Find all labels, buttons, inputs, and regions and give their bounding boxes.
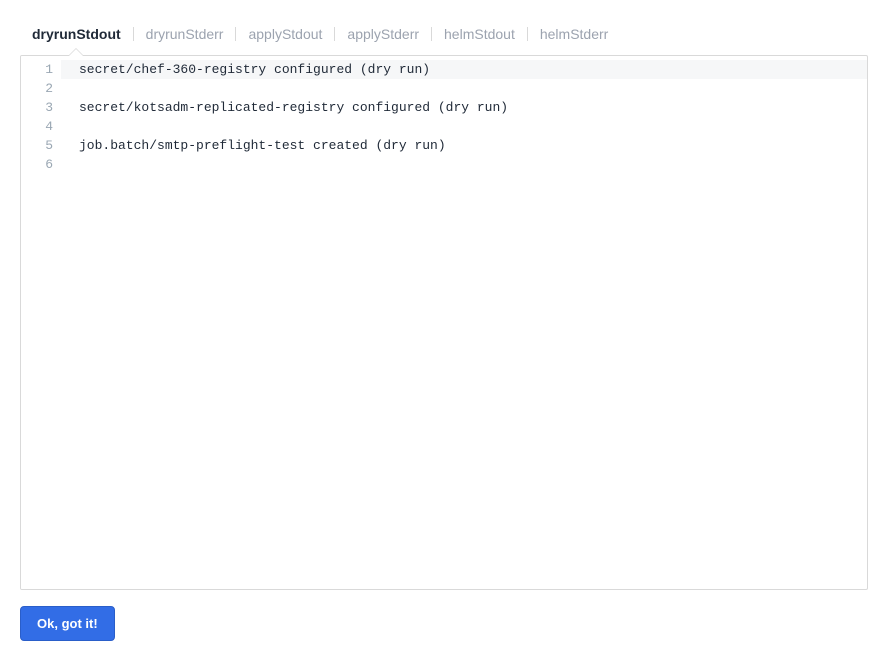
code-line: job.batch/smtp-preflight-test created (d… bbox=[61, 136, 867, 155]
ok-button[interactable]: Ok, got it! bbox=[20, 606, 115, 641]
tab-bar: dryrunStdoutdryrunStderrapplyStdoutapply… bbox=[20, 20, 868, 48]
line-number: 5 bbox=[21, 136, 53, 155]
code-line bbox=[61, 79, 867, 98]
code-area[interactable]: secret/chef-360-registry configured (dry… bbox=[61, 56, 867, 589]
code-line bbox=[61, 117, 867, 136]
output-editor: 123456 secret/chef-360-registry configur… bbox=[20, 55, 868, 590]
tab-dryrunStderr[interactable]: dryrunStderr bbox=[134, 20, 236, 48]
code-line: secret/chef-360-registry configured (dry… bbox=[61, 60, 867, 79]
code-line: secret/kotsadm-replicated-registry confi… bbox=[61, 98, 867, 117]
tab-dryrunStdout[interactable]: dryrunStdout bbox=[20, 20, 133, 48]
line-number: 1 bbox=[21, 60, 53, 79]
line-number: 4 bbox=[21, 117, 53, 136]
tab-applyStderr[interactable]: applyStderr bbox=[335, 20, 431, 48]
code-line bbox=[61, 155, 867, 174]
line-number: 6 bbox=[21, 155, 53, 174]
line-number: 3 bbox=[21, 98, 53, 117]
line-number: 2 bbox=[21, 79, 53, 98]
tab-applyStdout[interactable]: applyStdout bbox=[236, 20, 334, 48]
tab-helmStdout[interactable]: helmStdout bbox=[432, 20, 527, 48]
line-number-gutter: 123456 bbox=[21, 56, 61, 589]
footer: Ok, got it! bbox=[20, 606, 868, 641]
tab-helmStderr[interactable]: helmStderr bbox=[528, 20, 620, 48]
